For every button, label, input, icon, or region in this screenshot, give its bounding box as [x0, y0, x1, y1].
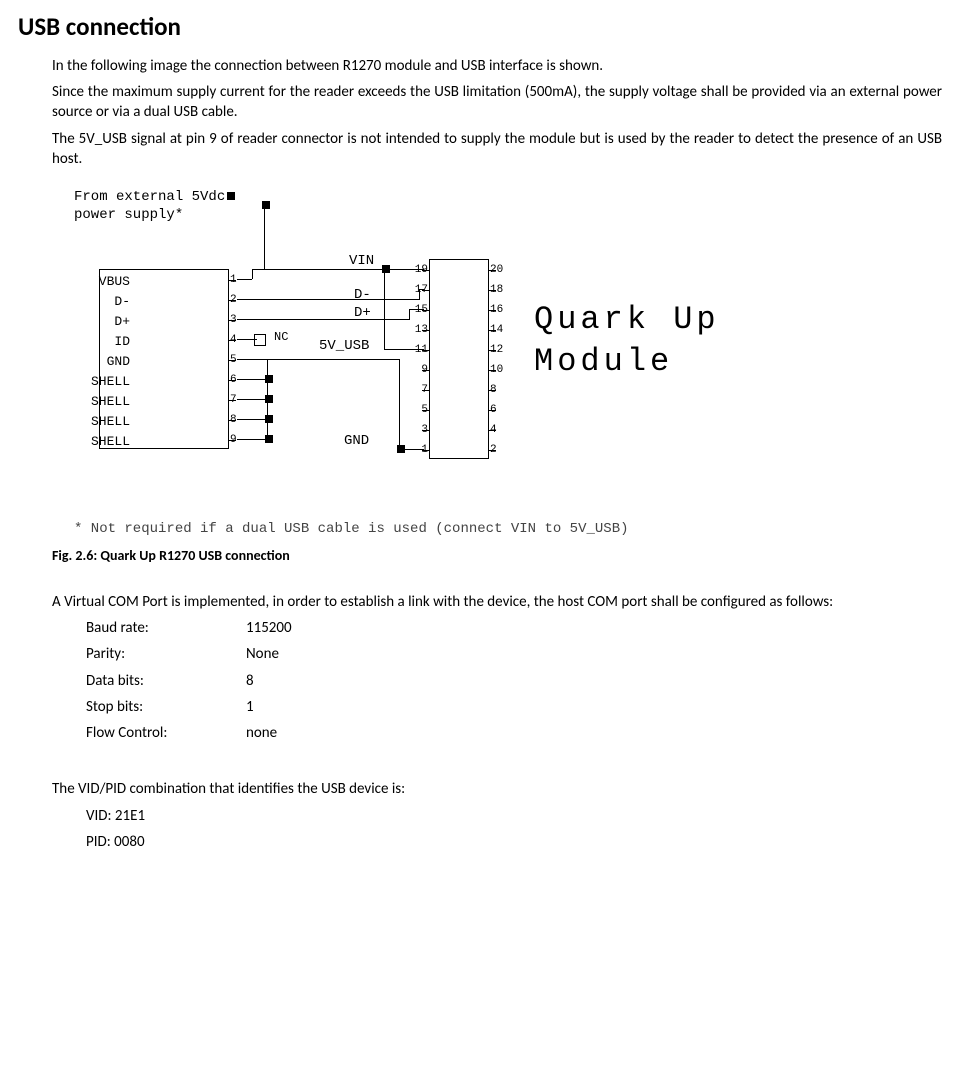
paragraph-3: The 5V_USB signal at pin 9 of reader con… [52, 129, 942, 170]
net-dminus: D- [354, 286, 371, 305]
paragraph-2: Since the maximum supply current for the… [52, 82, 942, 123]
vid-row: VID: 21E1 [86, 806, 942, 826]
figure-caption: Fig. 2.6: Quark Up R1270 USB connection [52, 547, 942, 566]
vidpid-intro: The VID/PID combination that identifies … [52, 779, 942, 799]
net-vin: VIN [349, 252, 374, 271]
vcp-intro: A Virtual COM Port is implemented, in or… [52, 592, 942, 612]
net-5vusb: 5V_USB [319, 337, 369, 356]
spec-row-databits: Data bits:8 [86, 671, 942, 691]
intro-block: In the following image the connection be… [52, 56, 942, 169]
usb-connector: VBUS1 D-2 D+4 ID3 GND5 SHELL6 SHELL7 SHE… [99, 269, 229, 449]
paragraph-1: In the following image the connection be… [52, 56, 942, 76]
pid-row: PID: 0080 [86, 832, 942, 852]
usb-connection-diagram: From external 5Vdc power supply* VBUS1 D… [64, 189, 764, 539]
spec-row-flow: Flow Control:none [86, 723, 942, 743]
spec-row-parity: Parity:None [86, 644, 942, 664]
module-title: Quark UpModule [534, 299, 720, 382]
page-title: USB connection [18, 10, 942, 44]
diagram-note-top: From external 5Vdc power supply* [74, 189, 237, 224]
net-dplus: D+ [354, 304, 371, 323]
diagram-footnote: * Not required if a dual USB cable is us… [74, 520, 629, 539]
spec-row-baud: Baud rate:115200 [86, 618, 942, 638]
spec-row-stopbits: Stop bits:1 [86, 697, 942, 717]
module-connector: 1920 1718 1516 1314 1112 910 78 56 34 12 [429, 259, 489, 459]
net-gnd: GND [344, 432, 369, 451]
